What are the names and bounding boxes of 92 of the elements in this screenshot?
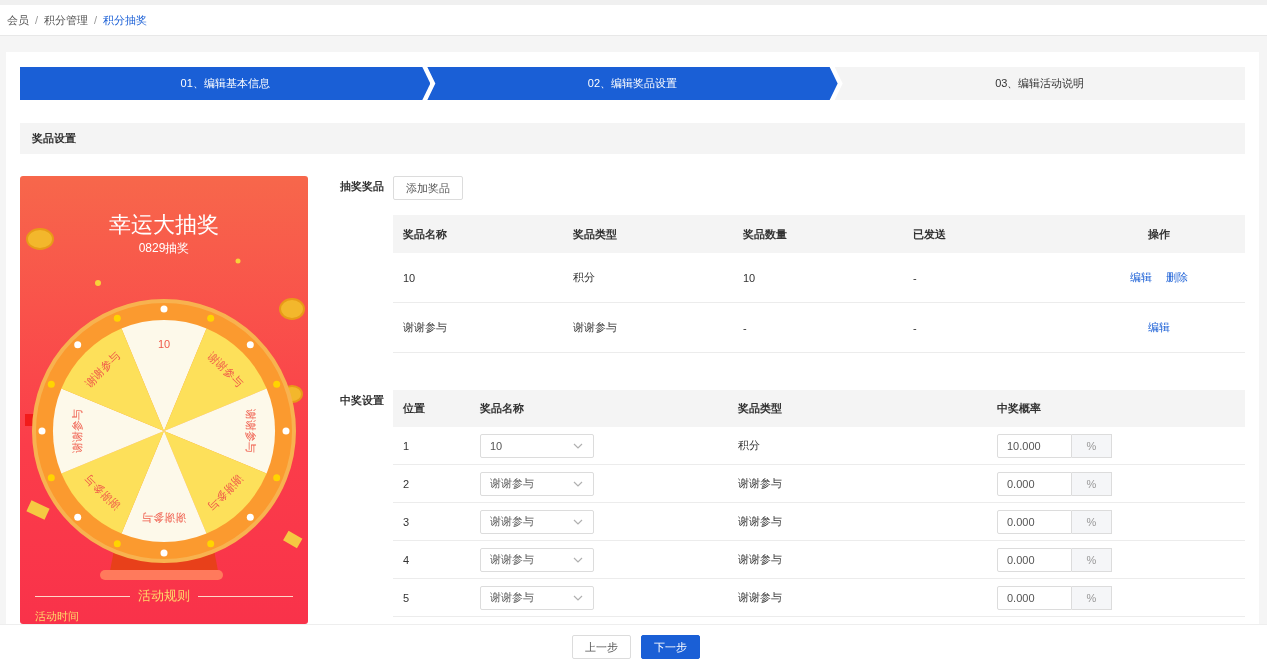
section-title: 奖品设置 xyxy=(20,123,1245,154)
rim-light xyxy=(160,305,168,313)
rate-input[interactable]: 0.000 xyxy=(997,547,1072,572)
add-prize-button[interactable]: 添加奖品 xyxy=(393,176,463,200)
table-cell-text: 谢谢参与 xyxy=(402,320,448,335)
wheel-label: 谢谢参与 xyxy=(205,349,246,390)
column-header: 奖品数量 xyxy=(742,226,788,242)
step-tab[interactable]: 03、编辑活动说明 xyxy=(834,67,1245,100)
caret-icon xyxy=(573,594,583,601)
table-cell-text: 10 xyxy=(742,271,757,284)
table-cell-text: 积分 xyxy=(572,270,596,285)
table-cell-text: 谢谢参与 xyxy=(737,552,783,567)
rim-light xyxy=(74,341,82,349)
column-header: 中奖概率 xyxy=(996,401,1042,416)
prize-select[interactable]: 10 xyxy=(480,433,594,458)
table-cell-text: 4 xyxy=(402,553,411,566)
table-cell-text: 积分 xyxy=(737,438,761,453)
column-header: 奖品类型 xyxy=(737,401,783,416)
rate-input[interactable]: 0.000 xyxy=(997,471,1072,496)
table-cell-text: 谢谢参与 xyxy=(737,514,783,529)
unit-addon: % xyxy=(1072,585,1112,610)
rim-light xyxy=(246,513,254,521)
prize-select[interactable]: 谢谢参与 xyxy=(480,509,594,534)
prize-select[interactable]: 谢谢参与 xyxy=(480,585,594,610)
table-cell-text: 谢谢参与 xyxy=(737,590,783,605)
action-link[interactable]: 编辑 xyxy=(1130,270,1152,285)
column-header: 奖品名称 xyxy=(402,226,448,242)
rim-light xyxy=(47,474,55,482)
table-cell-text: 谢谢参与 xyxy=(572,320,618,335)
unit-addon: % xyxy=(1072,433,1112,458)
wheel-label: 10 xyxy=(157,337,171,350)
action-link[interactable]: 删除 xyxy=(1166,270,1188,285)
breadcrumb-separator: / xyxy=(35,14,39,26)
rules-text: 活动时间 xyxy=(35,609,79,624)
field-label: 中奖设置 xyxy=(340,393,385,408)
column-header: 位置 xyxy=(402,401,426,416)
prize-select[interactable]: 谢谢参与 xyxy=(480,471,594,496)
rate-input[interactable]: 0.000 xyxy=(997,585,1072,610)
column-header: 奖品名称 xyxy=(479,401,525,416)
wheel-label: 谢谢参与 xyxy=(70,409,83,453)
table-cell-text: - xyxy=(912,271,918,284)
breadcrumb-separator: / xyxy=(94,14,98,26)
rim-light xyxy=(113,314,121,322)
caret-icon xyxy=(573,442,583,449)
caret-icon xyxy=(573,518,583,525)
prize-select[interactable]: 谢谢参与 xyxy=(480,547,594,572)
table-cell-text: - xyxy=(912,321,918,334)
caret-icon xyxy=(573,556,583,563)
table-cell-text: - xyxy=(742,321,748,334)
unit-addon: % xyxy=(1072,471,1112,496)
column-header: 奖品类型 xyxy=(572,226,618,242)
rim-light xyxy=(273,474,281,482)
previous-button[interactable]: 上一步 xyxy=(572,635,631,659)
rim-light xyxy=(282,427,290,435)
wheel-label: 谢谢参与 xyxy=(82,472,123,513)
wheel-label: 谢谢参与 xyxy=(245,409,258,453)
rate-input[interactable]: 10.000 xyxy=(997,433,1072,458)
column-header: 已发送 xyxy=(912,226,947,242)
rate-input[interactable]: 0.000 xyxy=(997,509,1072,534)
table-cell-text: 1 xyxy=(402,439,411,452)
rim-light xyxy=(74,513,82,521)
table-cell-text: 2 xyxy=(402,477,411,490)
table-cell-text: 3 xyxy=(402,515,411,528)
action-link[interactable]: 编辑 xyxy=(1148,320,1170,335)
lottery-subtitle: 0829抽奖 xyxy=(138,240,190,257)
wheel-label: 谢谢参与 xyxy=(205,472,246,513)
breadcrumb-link[interactable]: 积分管理 xyxy=(44,12,89,28)
caret-icon xyxy=(573,480,583,487)
lottery-title: 幸运大抽奖 xyxy=(109,212,219,238)
table-cell-text: 5 xyxy=(402,591,411,604)
step-tab[interactable]: 01、编辑基本信息 xyxy=(20,67,431,100)
next-button[interactable]: 下一步 xyxy=(641,635,700,659)
rim-light xyxy=(38,427,46,435)
rim-light xyxy=(246,341,254,349)
field-label: 抽奖奖品 xyxy=(340,179,385,194)
breadcrumb-link[interactable]: 会员 xyxy=(7,12,29,28)
unit-addon: % xyxy=(1072,547,1112,572)
step-tab[interactable]: 02、编辑奖品设置 xyxy=(427,67,838,100)
column-header: 操作 xyxy=(1147,226,1171,242)
breadcrumb-link[interactable]: 积分抽奖 xyxy=(103,12,148,28)
wheel-label: 谢谢参与 xyxy=(142,512,186,525)
unit-addon: % xyxy=(1072,509,1112,534)
rim-light xyxy=(47,380,55,388)
table-cell-text: 10 xyxy=(402,271,417,284)
rim-light xyxy=(160,549,168,557)
rim-light xyxy=(207,540,215,548)
table-cell-text: 谢谢参与 xyxy=(737,476,783,491)
rim-light xyxy=(113,540,121,548)
rim-light xyxy=(207,314,215,322)
wheel-label: 谢谢参与 xyxy=(82,349,123,390)
rules-title: 活动规则 xyxy=(138,587,190,605)
rim-light xyxy=(273,380,281,388)
